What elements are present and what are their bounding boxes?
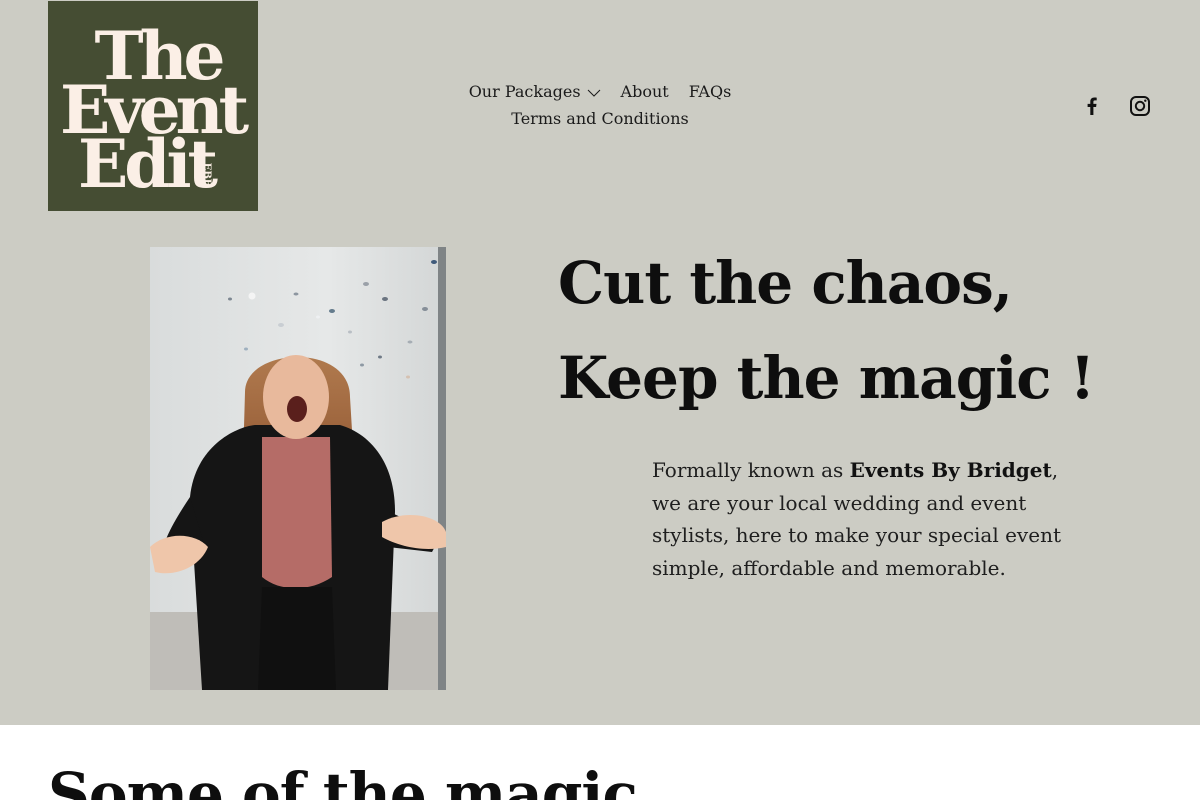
headline-line-2: Keep the magic !	[558, 344, 1095, 412]
page: The Event Edit EBB Our Packages About FAQs…	[0, 0, 1200, 800]
main-nav: Our Packages About FAQs Terms and Conditio…	[440, 78, 760, 132]
logo-tag: EBB	[201, 163, 212, 188]
nav-item-about[interactable]: About	[621, 78, 669, 105]
intro-brand-name: Events By Bridget	[849, 458, 1052, 482]
headline-line-1: Cut the chaos,	[558, 249, 1013, 317]
chevron-down-icon	[587, 89, 600, 97]
hero-intro: Formally known as Events By Bridget, we …	[652, 454, 1082, 584]
logo-line-3: Edit	[78, 125, 219, 203]
facebook-icon	[1087, 97, 1097, 115]
hero-headline: Cut the chaos, Keep the magic !	[558, 236, 1178, 426]
facebook-link[interactable]	[1080, 94, 1104, 118]
instagram-link[interactable]	[1128, 94, 1152, 118]
intro-prefix: Formally known as	[652, 458, 850, 482]
nav-item-terms[interactable]: Terms and Conditions	[511, 105, 688, 132]
instagram-icon	[1130, 96, 1150, 116]
nav-row-2: Terms and Conditions	[440, 105, 760, 132]
woman-with-confetti-image	[150, 247, 446, 690]
gallery-title: Some of the magic	[48, 760, 638, 800]
gallery-section: Some of the magic	[0, 725, 1200, 800]
nav-item-label: Our Packages	[468, 82, 581, 101]
nav-item-faqs[interactable]: FAQs	[689, 78, 732, 105]
nav-row-1: Our Packages About FAQs	[440, 78, 760, 105]
site-logo[interactable]: The Event Edit EBB	[48, 1, 258, 211]
hero-photo	[150, 247, 446, 690]
nav-item-our-packages[interactable]: Our Packages	[469, 78, 601, 105]
logo-wordmark: The Event Edit EBB	[60, 17, 255, 203]
